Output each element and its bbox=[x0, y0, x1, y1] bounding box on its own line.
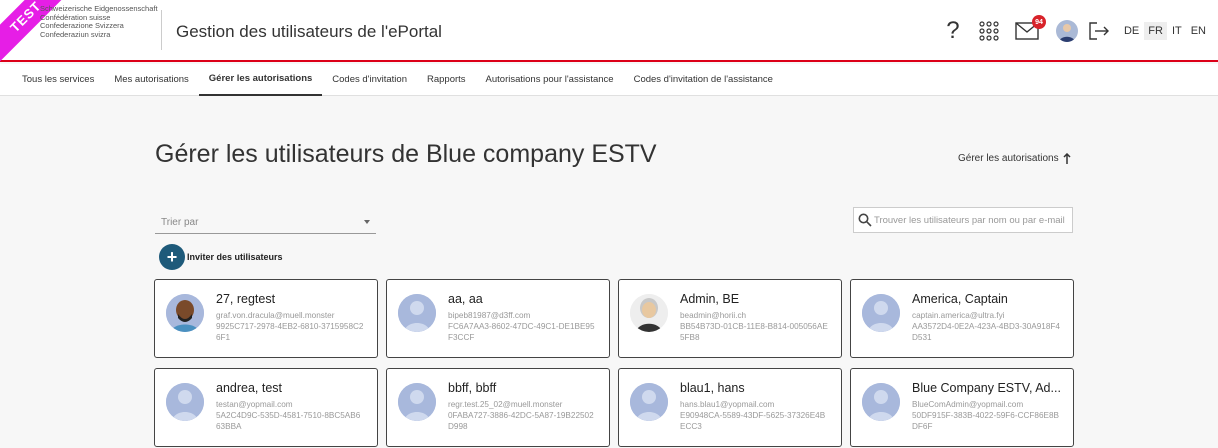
user-card[interactable]: Blue Company ESTV, Ad... BlueComAdmin@yo… bbox=[850, 368, 1074, 447]
sort-by-select[interactable]: Trier par bbox=[155, 209, 376, 234]
tab-manage-authorizations[interactable]: Gérer les autorisations bbox=[198, 64, 323, 96]
tab-support-invitation-codes[interactable]: Codes d'invitation de l'assistance bbox=[624, 64, 783, 96]
search-input[interactable] bbox=[874, 214, 1072, 226]
user-id: BB54B73D-01CB-11E8-B814-005056AE5FB8 bbox=[680, 322, 828, 342]
user-name: 27, regtest bbox=[216, 292, 276, 306]
user-name: bbff, bbff bbox=[448, 381, 497, 395]
user-card[interactable]: America, Captain captain.america@ultra.f… bbox=[850, 279, 1074, 358]
chevron-down-icon bbox=[364, 220, 370, 224]
header-divider bbox=[161, 10, 162, 50]
user-id: 9925C717-2978-4EB2-6810-3715958C26F1 bbox=[216, 322, 364, 342]
avatar bbox=[630, 294, 668, 332]
user-card[interactable]: aa, aa bipeb81987@d3ff.com FC6A7AA3-8602… bbox=[386, 279, 610, 358]
user-email: bipeb81987@d3ff.com bbox=[448, 311, 531, 320]
mail-count-badge: 94 bbox=[1031, 15, 1046, 29]
search-icon bbox=[858, 213, 872, 227]
user-id: 0FABA727-3886-42DC-5A87-19B22502D998 bbox=[448, 411, 594, 431]
lang-it[interactable]: IT bbox=[1168, 22, 1186, 40]
user-name: America, Captain bbox=[912, 292, 1008, 306]
user-name: Admin, BE bbox=[680, 292, 740, 306]
lang-fr[interactable]: FR bbox=[1144, 22, 1167, 40]
user-avatar[interactable] bbox=[1055, 20, 1078, 42]
user-email: graf.von.dracula@muell.monster bbox=[216, 311, 335, 320]
tab-support-authorizations[interactable]: Autorisations pour l'assistance bbox=[476, 64, 624, 96]
app-title: Gestion des utilisateurs de l'ePortal bbox=[176, 22, 442, 41]
invite-users-action[interactable]: + Inviter des utilisateurs bbox=[159, 244, 283, 270]
plus-icon[interactable]: + bbox=[159, 244, 185, 270]
logout-icon[interactable] bbox=[1088, 22, 1110, 40]
help-icon[interactable]: ? bbox=[940, 17, 966, 45]
user-id: AA3572D4-0E2A-423A-4BD3-30A918F4D531 bbox=[912, 322, 1060, 342]
avatar bbox=[166, 294, 204, 332]
lang-de[interactable]: DE bbox=[1120, 22, 1143, 40]
user-email: regr.test.25_02@muell.monster bbox=[448, 400, 563, 409]
user-name: aa, aa bbox=[448, 292, 483, 306]
header-actions: ? 94 DE FR IT EN bbox=[940, 15, 1218, 46]
sort-placeholder: Trier par bbox=[161, 217, 199, 228]
main-nav: Tous les services Mes autorisations Gére… bbox=[0, 64, 1218, 96]
user-search-box bbox=[853, 207, 1073, 233]
avatar bbox=[398, 294, 436, 332]
user-id: FC6A7AA3-8602-47DC-49C1-DE1BE95F3CCF bbox=[448, 322, 595, 342]
lang-en[interactable]: EN bbox=[1187, 22, 1210, 40]
page-title: Gérer les utilisateurs de Blue company E… bbox=[155, 140, 657, 168]
tab-my-authorizations[interactable]: Mes autorisations bbox=[104, 64, 198, 96]
manage-authorizations-link[interactable]: Gérer les autorisations bbox=[958, 153, 1071, 164]
federal-logo-text: Schweizerische Eidgenossenschaft Confédé… bbox=[40, 4, 158, 39]
app-header: TEST Schweizerische Eidgenossenschaft Co… bbox=[0, 0, 1218, 69]
user-email: beadmin@horii.ch bbox=[680, 311, 747, 320]
avatar bbox=[398, 383, 436, 421]
mail-icon[interactable]: 94 bbox=[1014, 15, 1046, 40]
user-card[interactable]: Admin, BE beadmin@horii.ch BB54B73D-01CB… bbox=[618, 279, 842, 358]
user-name: andrea, test bbox=[216, 381, 283, 395]
avatar bbox=[862, 294, 900, 332]
invite-users-label: Inviter des utilisateurs bbox=[187, 252, 283, 262]
apps-grid-icon[interactable] bbox=[978, 21, 1000, 41]
avatar bbox=[166, 383, 204, 421]
user-card[interactable]: blau1, hans hans.blau1@yopmail.com E9094… bbox=[618, 368, 842, 447]
tab-all-services[interactable]: Tous les services bbox=[0, 64, 104, 96]
user-card[interactable]: bbff, bbff regr.test.25_02@muell.monster… bbox=[386, 368, 610, 447]
avatar bbox=[862, 383, 900, 421]
user-card[interactable]: andrea, test testan@yopmail.com 5A2C4D9C… bbox=[154, 368, 378, 447]
tab-invitation-codes[interactable]: Codes d'invitation bbox=[322, 64, 417, 96]
user-name: blau1, hans bbox=[680, 381, 745, 395]
user-email: testan@yopmail.com bbox=[216, 400, 293, 409]
user-email: hans.blau1@yopmail.com bbox=[680, 400, 775, 409]
user-email: BlueComAdmin@yopmail.com bbox=[912, 400, 1024, 409]
user-card[interactable]: 27, regtest graf.von.dracula@muell.monst… bbox=[154, 279, 378, 358]
user-id: E90948CA-5589-43DF-5625-37326E4BECC3 bbox=[680, 411, 826, 431]
user-id: 50DF915F-383B-4022-59F6-CCF86E8BDF6F bbox=[912, 411, 1059, 431]
arrow-up-icon bbox=[1063, 153, 1071, 164]
user-id: 5A2C4D9C-535D-4581-7510-8BC5AB663BBA bbox=[216, 411, 361, 431]
user-email: captain.america@ultra.fyi bbox=[912, 311, 1005, 320]
manage-link-label: Gérer les autorisations bbox=[958, 153, 1059, 164]
avatar bbox=[630, 383, 668, 421]
user-name: Blue Company ESTV, Ad... bbox=[912, 381, 1061, 395]
tab-reports[interactable]: Rapports bbox=[417, 64, 476, 96]
